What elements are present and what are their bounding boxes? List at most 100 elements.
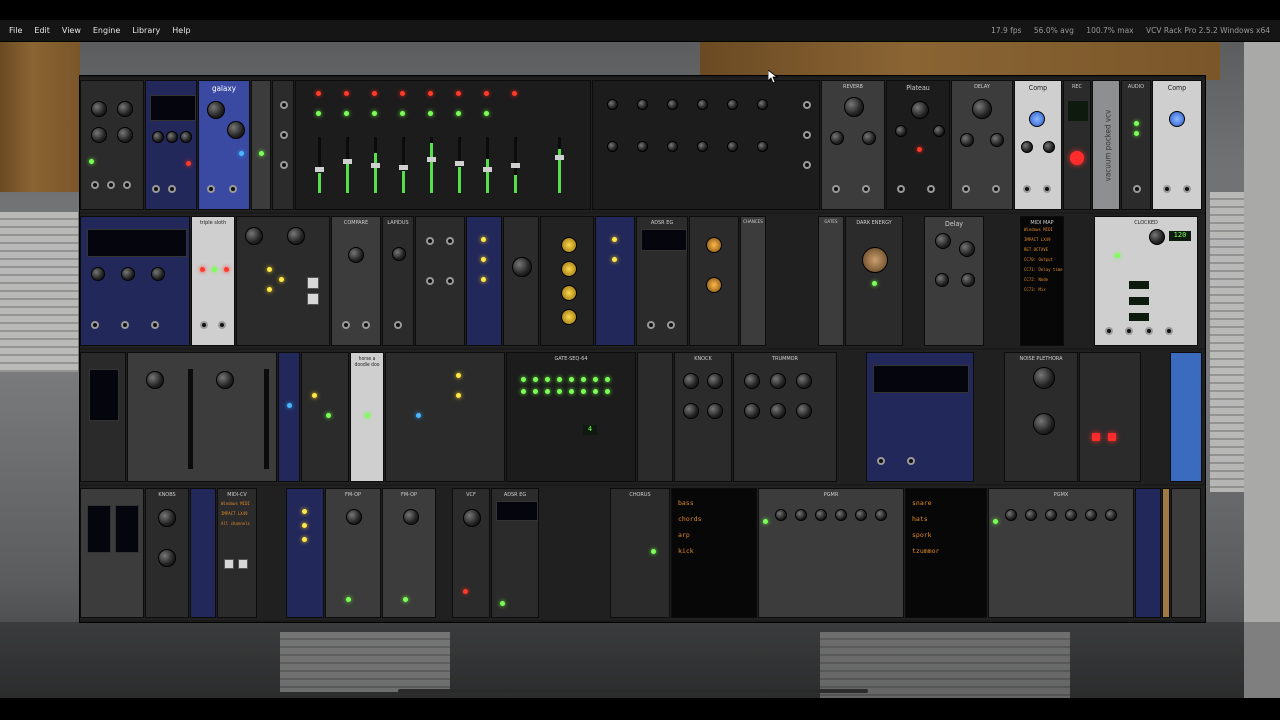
module-knobs[interactable]: KNOBS [145, 488, 189, 618]
module-notes-left[interactable]: bass chords arp kick [671, 488, 757, 618]
module-noise-plethora[interactable]: NOISE PLETHORA [1004, 352, 1078, 482]
knob[interactable] [830, 131, 844, 145]
knob[interactable] [972, 99, 992, 119]
jack[interactable] [280, 161, 288, 169]
knob[interactable] [1085, 509, 1097, 521]
module-sampler-3[interactable] [866, 352, 974, 482]
jack[interactable] [1145, 327, 1153, 335]
knob[interactable] [727, 141, 738, 152]
knob[interactable] [911, 101, 929, 119]
knob[interactable] [561, 309, 577, 325]
jack[interactable] [91, 181, 99, 189]
jack[interactable] [1133, 185, 1141, 193]
module-gates[interactable]: GATES [818, 216, 844, 346]
knob[interactable] [166, 131, 178, 143]
knob[interactable] [1005, 509, 1017, 521]
module-bigert[interactable] [689, 216, 739, 346]
knob[interactable] [683, 373, 699, 389]
channel-fader[interactable] [315, 137, 324, 193]
jack[interactable] [121, 321, 129, 329]
button[interactable] [1092, 433, 1100, 441]
jack[interactable] [927, 185, 935, 193]
knob[interactable] [757, 99, 768, 110]
jack[interactable] [218, 321, 226, 329]
horizontal-scrollbar[interactable] [398, 689, 868, 693]
knob[interactable] [744, 403, 760, 419]
module-knock[interactable]: KNOCK [674, 352, 732, 482]
module-wasp-filter[interactable] [540, 216, 594, 346]
jack[interactable] [200, 321, 208, 329]
jack[interactable] [152, 185, 160, 193]
knob[interactable] [561, 285, 577, 301]
knob[interactable] [392, 247, 406, 261]
knob[interactable] [245, 227, 263, 245]
module-clock[interactable] [80, 80, 144, 210]
knob[interactable] [403, 509, 419, 525]
jack[interactable] [342, 321, 350, 329]
module-adsr-2[interactable]: ADSR EG [491, 488, 539, 618]
module-notes-right[interactable]: snare hats spork tzummor [905, 488, 987, 618]
knob[interactable] [1033, 413, 1055, 435]
channel-fader[interactable] [343, 137, 352, 193]
module-midi-cv[interactable]: MIDI-CV Windows MIDI IMPACT LX49 All cha… [217, 488, 257, 618]
jack[interactable] [1165, 327, 1173, 335]
knob[interactable] [933, 125, 945, 137]
module-pgmx[interactable]: PGMX [988, 488, 1134, 618]
module-recall[interactable] [1079, 352, 1141, 482]
module-seq-utils[interactable] [385, 352, 505, 482]
module-sampler-2[interactable] [80, 216, 190, 346]
jack[interactable] [107, 181, 115, 189]
knob[interactable] [91, 127, 107, 143]
module-midi-map[interactable]: MIDI MAP Windows MIDI IMPACT LX49 RET OC… [1020, 216, 1064, 346]
knob[interactable] [990, 133, 1004, 147]
knob[interactable] [935, 273, 949, 287]
module-filter[interactable] [503, 216, 539, 346]
channel-fader[interactable] [264, 369, 269, 469]
module-gate-seq[interactable]: GATE-SEQ-64 4 [506, 352, 636, 482]
knob[interactable] [637, 99, 648, 110]
knob[interactable] [158, 549, 176, 567]
jack[interactable] [168, 185, 176, 193]
module-strings[interactable] [1170, 352, 1202, 482]
jack[interactable] [862, 185, 870, 193]
button[interactable] [1108, 433, 1116, 441]
knob[interactable] [796, 373, 812, 389]
module-compare[interactable]: COMPARE [331, 216, 381, 346]
menu-help[interactable]: Help [166, 20, 196, 41]
knob[interactable] [770, 373, 786, 389]
module-plateau[interactable]: Plateau [886, 80, 950, 210]
knob[interactable] [1045, 509, 1057, 521]
knob[interactable] [512, 257, 532, 277]
knob[interactable] [706, 237, 722, 253]
button[interactable] [307, 293, 319, 305]
module-clocked[interactable]: CLOCKED 120 [1094, 216, 1198, 346]
jack[interactable] [803, 131, 811, 139]
module-dark-energy[interactable]: DARK ENERGY [845, 216, 903, 346]
module-vcf[interactable]: VCF [452, 488, 490, 618]
jack[interactable] [962, 185, 970, 193]
module-sequencer-p2c[interactable] [286, 488, 324, 618]
module-rec[interactable]: REC [1063, 80, 1091, 210]
module-trummor[interactable]: TRUMMOR [733, 352, 837, 482]
jack[interactable] [362, 321, 370, 329]
record-button[interactable] [1070, 151, 1084, 165]
knob[interactable] [770, 403, 786, 419]
module-scope-left[interactable] [80, 352, 126, 482]
knob[interactable] [287, 227, 305, 245]
jack[interactable] [280, 131, 288, 139]
module-chorus[interactable]: CHORUS [610, 488, 670, 618]
jack[interactable] [91, 321, 99, 329]
menu-engine[interactable]: Engine [87, 20, 126, 41]
module-reverb[interactable]: REVERB [821, 80, 885, 210]
button[interactable] [307, 277, 319, 289]
knob[interactable] [117, 101, 133, 117]
module-quantizer[interactable] [236, 216, 330, 346]
knob[interactable] [935, 233, 951, 249]
jack[interactable] [907, 457, 915, 465]
knob[interactable] [207, 101, 225, 119]
channel-fader[interactable] [455, 137, 464, 193]
module-comp-2[interactable]: Comp [1152, 80, 1202, 210]
knob[interactable] [697, 99, 708, 110]
module-pgmr[interactable]: PGMR [758, 488, 904, 618]
channel-fader[interactable] [188, 369, 193, 469]
